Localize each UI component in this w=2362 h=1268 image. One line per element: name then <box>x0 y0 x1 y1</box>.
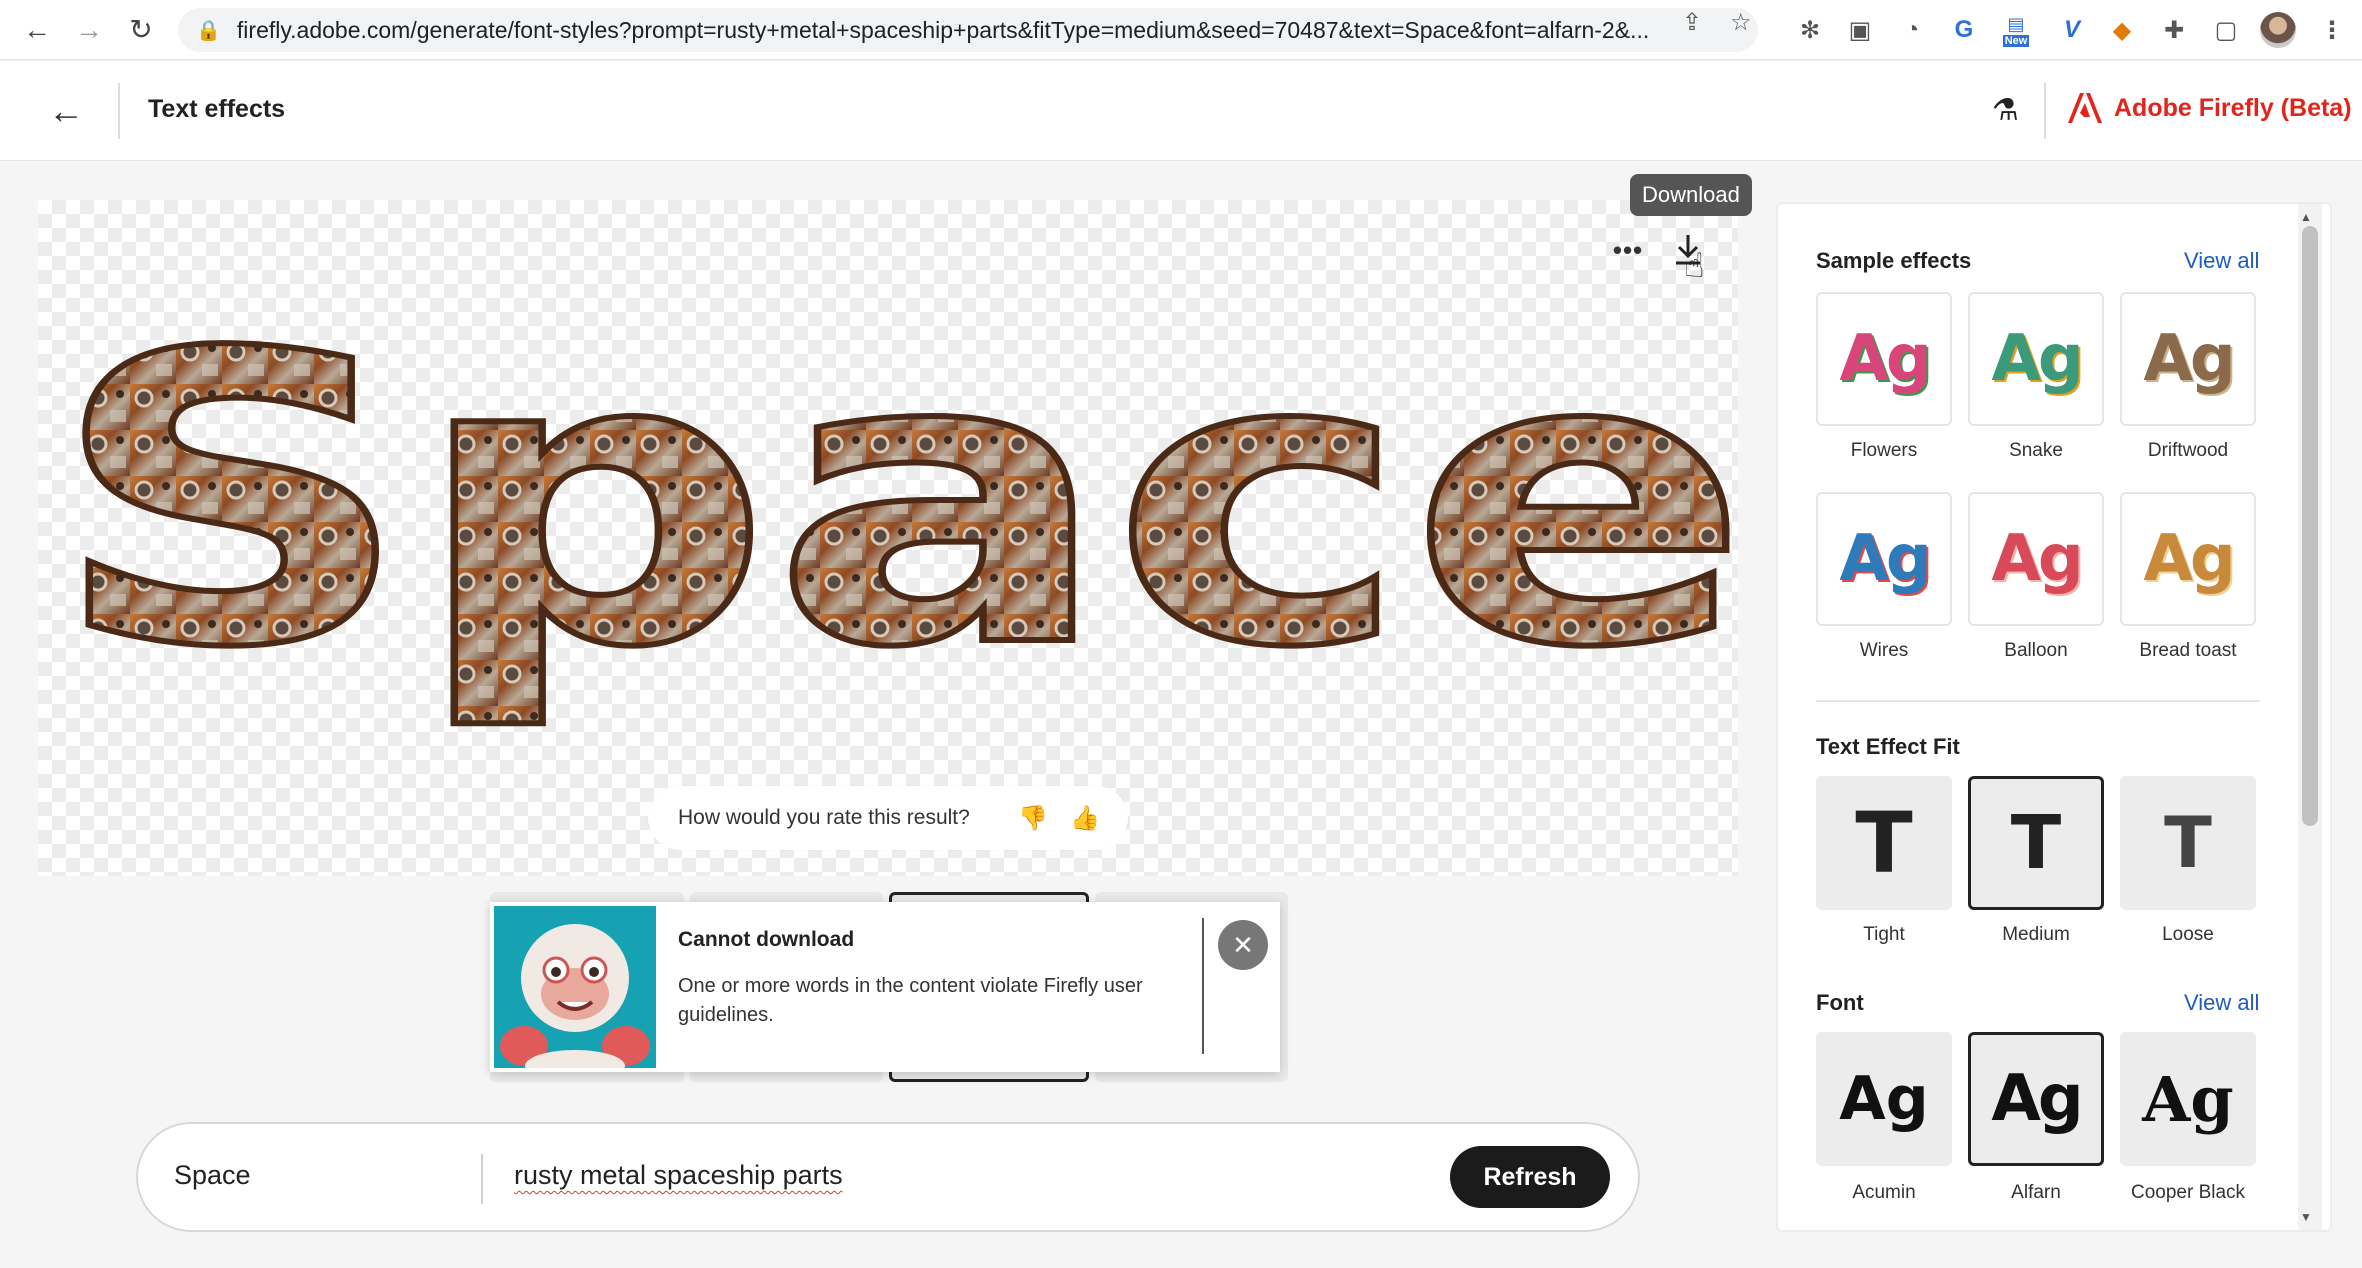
effect-preview-glyph: Ag <box>2143 322 2235 396</box>
font-preview-glyph: Ag <box>1839 1064 1929 1134</box>
browser-toolbar: ← → ↻ 🔒 firefly.adobe.com/generate/font-… <box>0 0 2362 60</box>
fit-tile-tight[interactable]: T <box>1816 776 1952 910</box>
app-header: ← Text effects ⚗ Adobe Firefly (Beta) <box>0 61 2362 161</box>
lock-icon: 🔒 <box>196 19 221 42</box>
download-tooltip: Download <box>1630 174 1752 216</box>
sample-effects-title: Sample effects <box>1816 248 1972 273</box>
sample-effects-view-all[interactable]: View all <box>2184 248 2259 274</box>
font-tile-alfarn[interactable]: Ag <box>1968 1032 2104 1166</box>
panel-scrollbar-thumb[interactable] <box>2302 226 2318 826</box>
monkey-illustration <box>494 906 656 1068</box>
address-bar[interactable]: 🔒 firefly.adobe.com/generate/font-styles… <box>178 8 1758 52</box>
rating-prompt: How would you rate this result? 👎 👍 <box>648 786 1128 850</box>
font-tile-cooper-black[interactable]: Ag <box>2120 1032 2256 1166</box>
extension-sparkle-icon[interactable]: ✻ <box>1792 12 1828 48</box>
browser-forward-icon[interactable]: → <box>64 0 114 60</box>
browser-menu-icon[interactable]: ⋮ <box>2314 12 2350 48</box>
scroll-up-icon[interactable]: ▲ <box>2300 210 2312 224</box>
header-divider <box>118 83 120 139</box>
hand-cursor-icon: ☝ <box>1684 247 1705 285</box>
error-toast: Cannot download One or more words in the… <box>490 902 1280 1072</box>
effect-label: Bread toast <box>2139 640 2237 661</box>
side-panel-icon[interactable]: ▢ <box>2208 12 2244 48</box>
extensions-puzzle-icon[interactable]: ✚ <box>2156 12 2192 48</box>
effect-tile-snake[interactable]: Ag <box>1968 292 2104 426</box>
browser-reload-icon[interactable]: ↻ <box>116 0 166 60</box>
effect-preview-glyph: Ag <box>1991 322 2083 396</box>
extension-new-icon[interactable]: ▤ New <box>1998 12 2034 48</box>
toast-divider <box>1202 918 1204 1054</box>
font-label: Alfarn <box>2011 1182 2061 1203</box>
font-preview-glyph: Ag <box>1991 1062 2083 1136</box>
effect-preview-glyph: Ag <box>1991 522 2083 596</box>
effect-label: Snake <box>2009 440 2063 461</box>
fit-preview-glyph: T <box>2164 802 2212 884</box>
url-text[interactable]: firefly.adobe.com/generate/font-styles?p… <box>237 17 1667 44</box>
extension-cast-icon[interactable]: ▣ <box>1842 12 1878 48</box>
toast-content: Cannot download One or more words in the… <box>660 902 1200 1072</box>
effect-tile-flowers[interactable]: Ag <box>1816 292 1952 426</box>
toast-message: One or more words in the content violate… <box>678 975 1143 1026</box>
adobe-logo-icon <box>2068 93 2102 123</box>
fit-title: Text Effect Fit <box>1816 734 1960 759</box>
back-arrow-icon[interactable]: ← <box>44 89 88 133</box>
effect-tile-driftwood[interactable]: Ag <box>2120 292 2256 426</box>
effect-preview-glyph: Ag <box>1839 522 1931 596</box>
page-title: Text effects <box>148 95 286 123</box>
effect-label: Flowers <box>1850 440 1918 461</box>
effect-label: Driftwood <box>2147 440 2229 461</box>
generated-text-effect: Space <box>47 267 1738 738</box>
profile-avatar[interactable] <box>2260 12 2296 48</box>
effects-panel: Sample effects View all Ag Flowers Ag Sn… <box>1776 202 2332 1232</box>
font-tile-acumin[interactable]: Ag <box>1816 1032 1952 1166</box>
fit-label: Medium <box>2002 924 2070 945</box>
beta-flask-icon[interactable]: ⚗ <box>1992 93 2019 128</box>
toast-title: Cannot download <box>678 928 855 951</box>
fit-preview-glyph: T <box>1855 794 1913 892</box>
effect-tile-balloon[interactable]: Ag <box>1968 492 2104 626</box>
effect-preview-glyph: Ag <box>2143 522 2235 596</box>
fit-preview-glyph: T <box>2010 800 2062 886</box>
monkey-picture <box>494 906 656 1068</box>
close-icon[interactable]: ✕ <box>1218 920 1268 970</box>
font-view-all[interactable]: View all <box>2184 990 2259 1016</box>
browser-back-icon[interactable]: ← <box>12 0 62 60</box>
extension-gauge-icon[interactable]: ◔ <box>1894 12 1930 48</box>
panel-divider <box>1816 700 2260 702</box>
generated-canvas: Space <box>38 200 1738 876</box>
text-input[interactable]: Space <box>174 1160 251 1191</box>
prompt-bar: Space rusty metal spaceship parts Refres… <box>136 1122 1640 1232</box>
fit-tile-medium[interactable]: T <box>1968 776 2104 910</box>
prompt-description-input[interactable]: rusty metal spaceship parts <box>514 1160 843 1191</box>
prompt-divider <box>481 1154 483 1204</box>
brand-name: Adobe Firefly (Beta) <box>2114 93 2352 122</box>
effect-tile-bread-toast[interactable]: Ag <box>2120 492 2256 626</box>
effect-label: Balloon <box>2004 640 2068 661</box>
share-icon[interactable]: ⇪ <box>1682 8 1702 37</box>
font-label: Cooper Black <box>2130 1182 2246 1203</box>
thumbs-up-icon[interactable]: 👍 <box>1070 804 1100 833</box>
effect-label: Wires <box>1859 640 1909 661</box>
extension-v-icon[interactable]: V <box>2054 12 2090 48</box>
font-label: Acumin <box>1852 1182 1916 1203</box>
more-options-icon[interactable]: ••• <box>1606 228 1650 272</box>
thumbs-down-icon[interactable]: 👎 <box>1018 804 1048 833</box>
extension-translate-icon[interactable]: G <box>1946 12 1982 48</box>
fit-label: Tight <box>1863 924 1905 945</box>
header-divider-right <box>2044 83 2046 139</box>
generated-word: Space <box>50 270 1738 735</box>
font-preview-glyph: Ag <box>2142 1062 2234 1136</box>
fit-label: Loose <box>2162 924 2214 945</box>
font-title: Font <box>1816 990 1864 1015</box>
effect-preview-glyph: Ag <box>1839 322 1931 396</box>
refresh-button[interactable]: Refresh <box>1450 1146 1610 1208</box>
scroll-down-icon[interactable]: ▼ <box>2300 1210 2312 1224</box>
effect-tile-wires[interactable]: Ag <box>1816 492 1952 626</box>
extension-colorful-icon[interactable]: ◆ <box>2104 12 2140 48</box>
brand[interactable]: Adobe Firefly (Beta) <box>2068 93 2352 123</box>
bookmark-star-icon[interactable]: ☆ <box>1730 8 1752 37</box>
rating-question: How would you rate this result? <box>678 806 970 829</box>
new-badge: New <box>2002 34 2030 47</box>
fit-tile-loose[interactable]: T <box>2120 776 2256 910</box>
